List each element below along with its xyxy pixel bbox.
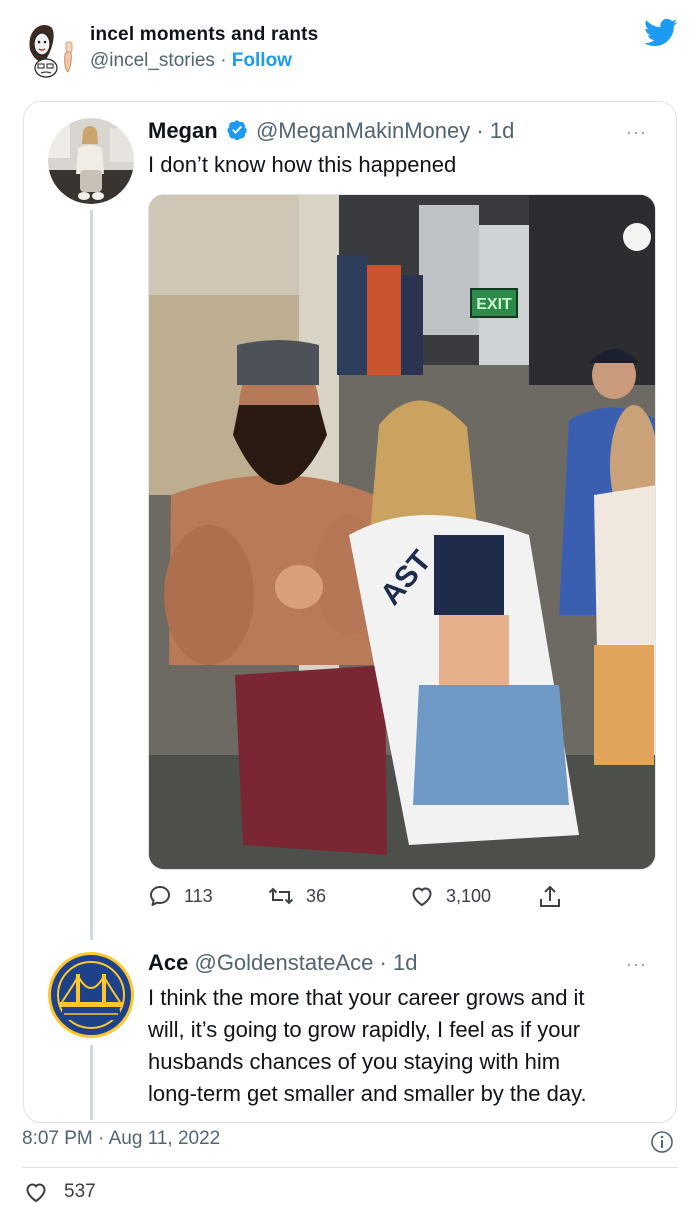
author-avatar-icon[interactable] xyxy=(22,18,82,78)
share-icon xyxy=(540,885,560,907)
stadium-photo-illustration: EXIT AST xyxy=(149,195,655,869)
tweet1-header: Megan @MeganMakinMoney · 1d xyxy=(148,118,514,144)
share-action[interactable] xyxy=(538,884,562,910)
tweet2-header: Ace @GoldenstateAce · 1d xyxy=(148,950,417,976)
tweet2-text-line: will, it’s going to grow rapidly, I feel… xyxy=(148,1017,581,1042)
verified-badge-icon xyxy=(227,120,247,141)
author-handle-row: @incel_stories · Follow xyxy=(90,50,292,72)
tweet2-handle[interactable]: @GoldenstateAce xyxy=(194,950,373,975)
embed-header: incel moments and rants @incel_stories ·… xyxy=(0,0,700,100)
footer-like-action[interactable]: 537 xyxy=(24,1180,96,1204)
reply-count: 113 xyxy=(184,885,213,906)
tweet-embed: incel moments and rants @incel_stories ·… xyxy=(0,0,700,1222)
tweet-date: Aug 11, 2022 xyxy=(108,1128,221,1149)
footer-like-count: 537 xyxy=(64,1181,96,1202)
twitter-bird-icon[interactable] xyxy=(644,18,678,48)
comment-bubble-icon xyxy=(150,886,170,906)
like-count: 3,100 xyxy=(446,885,492,906)
tweet2-more-icon[interactable]: ··· xyxy=(626,954,647,975)
exit-sign-text: EXIT xyxy=(476,296,512,313)
tweet1-timestamp[interactable]: 1d xyxy=(490,118,514,143)
follow-button[interactable]: Follow xyxy=(232,50,292,71)
footer-divider xyxy=(22,1167,678,1168)
tweet1-actions: 113 36 3,100 xyxy=(148,884,656,914)
tweet1-author-name[interactable]: Megan xyxy=(148,118,218,143)
separator-dot: · xyxy=(476,118,484,143)
tweet1-more-icon[interactable]: ··· xyxy=(626,122,647,143)
warriors-logo-avatar[interactable] xyxy=(48,952,134,1038)
tweet1-photo[interactable]: EXIT AST xyxy=(148,194,656,870)
retweet-count: 36 xyxy=(306,885,327,906)
author-name[interactable]: incel moments and rants xyxy=(90,24,318,46)
tweet2-text-line: long-term get smaller and smaller by the… xyxy=(148,1081,587,1106)
reply-action[interactable]: 113 xyxy=(148,884,213,908)
tweet2-text-line: husbands chances of you staying with him xyxy=(148,1049,561,1074)
megan-avatar[interactable] xyxy=(48,118,134,204)
tweet1-handle[interactable]: @MeganMakinMoney xyxy=(256,118,470,143)
separator-dot: · xyxy=(98,1128,105,1149)
tweet2-author-name[interactable]: Ace xyxy=(148,950,188,975)
thread-connector-line xyxy=(90,210,93,940)
separator-dot: · xyxy=(220,50,227,71)
tweet2-timestamp[interactable]: 1d xyxy=(393,950,417,975)
thread-connector-line xyxy=(90,1045,93,1120)
retweet-icon xyxy=(268,887,294,905)
tweet-time: 8:07 PM xyxy=(22,1128,93,1149)
tweet1-text: I don’t know how this happened xyxy=(148,152,457,177)
retweet-action[interactable]: 36 xyxy=(268,884,326,908)
separator-dot: · xyxy=(379,950,387,975)
heart-icon xyxy=(26,1183,46,1202)
tweet2-text: I think the more that your career grows … xyxy=(148,982,658,1110)
heart-icon xyxy=(412,887,432,906)
author-handle[interactable]: @incel_stories xyxy=(90,50,215,71)
tweet-timestamp[interactable]: 8:07 PM · Aug 11, 2022 xyxy=(22,1128,220,1150)
like-action[interactable]: 3,100 xyxy=(410,884,491,908)
tweet2-text-line: I think the more that your career grows … xyxy=(148,985,585,1010)
info-icon[interactable] xyxy=(650,1130,674,1154)
